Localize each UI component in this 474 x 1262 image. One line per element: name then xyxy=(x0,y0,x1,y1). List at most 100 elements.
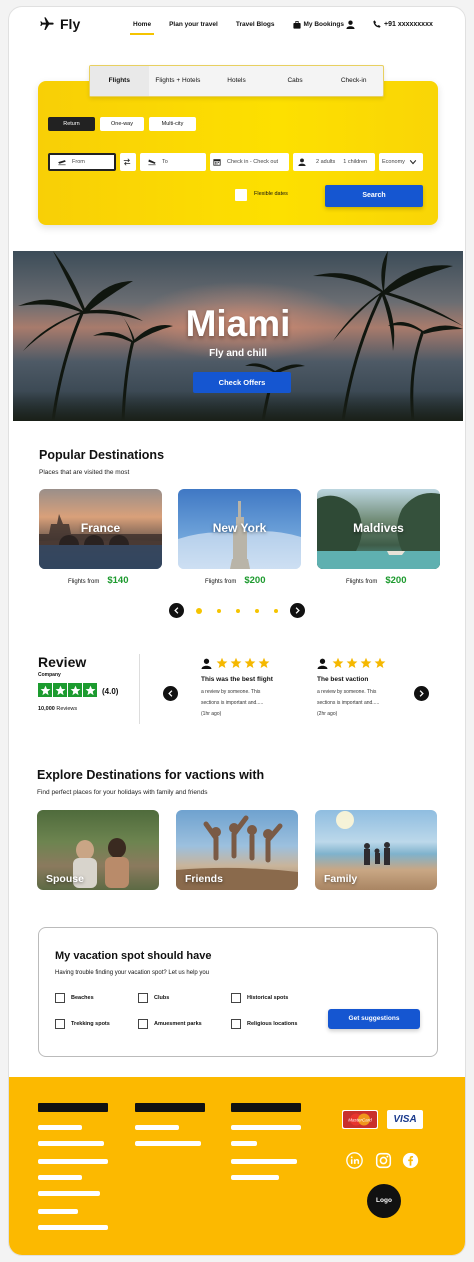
chevron-down-icon xyxy=(409,160,417,165)
review-prev-button[interactable] xyxy=(163,686,178,701)
review-card-1: This was the best flight a review by som… xyxy=(201,657,301,717)
option-label: Amuesment parks xyxy=(154,1021,202,1027)
brand-logo[interactable]: Fly xyxy=(39,16,80,32)
option-amusement-parks[interactable]: Amuesment parks xyxy=(138,1019,202,1029)
option-clubs[interactable]: Clubs xyxy=(138,993,169,1003)
footer-link[interactable] xyxy=(38,1175,82,1180)
footer-link[interactable] xyxy=(38,1191,100,1196)
footer-link[interactable] xyxy=(38,1225,108,1230)
trip-one-way[interactable]: One-way xyxy=(100,117,144,131)
checkbox[interactable] xyxy=(55,993,65,1003)
option-trekking-spots[interactable]: Trekking spots xyxy=(55,1019,110,1029)
review-time: (2hr ago) xyxy=(317,711,338,717)
option-label: Clubs xyxy=(154,995,170,1001)
from-field[interactable]: From xyxy=(48,153,116,171)
visa-icon: VISA xyxy=(387,1110,423,1129)
search-button[interactable]: Search xyxy=(325,185,423,207)
flexible-dates-label: Flexible dates xyxy=(254,191,288,197)
linkedin-icon[interactable] xyxy=(346,1152,363,1169)
checkbox[interactable] xyxy=(231,993,241,1003)
checkbox[interactable] xyxy=(55,1019,65,1029)
carousel-dot-3[interactable] xyxy=(236,609,240,613)
to-field[interactable]: To xyxy=(140,153,206,171)
explore-card-friends[interactable]: Friends xyxy=(176,810,298,890)
review-stars xyxy=(216,657,270,669)
nav-my-bookings[interactable]: My Bookings xyxy=(292,7,344,43)
carousel-prev-button[interactable] xyxy=(169,603,184,618)
checkbox[interactable] xyxy=(231,1019,241,1029)
destination-card-france[interactable]: France xyxy=(39,489,162,569)
option-historical-spots[interactable]: Historical spots xyxy=(231,993,288,1003)
dates-field[interactable]: Check in - Check out xyxy=(210,153,289,171)
browser-frame: Fly Home Plan your travel Travel Blogs M… xyxy=(8,6,466,1256)
swap-button[interactable] xyxy=(120,153,136,171)
price-new-york: Flights from $200 xyxy=(205,575,265,586)
nav-my-bookings-label: My Bookings xyxy=(303,21,344,28)
phone-contact[interactable]: +91 xxxxxxxxx xyxy=(373,20,433,28)
footer-link[interactable] xyxy=(231,1141,257,1146)
star-icon xyxy=(230,657,242,669)
footer-link[interactable] xyxy=(231,1159,297,1164)
instagram-icon[interactable] xyxy=(375,1152,392,1169)
footer-link[interactable] xyxy=(231,1125,301,1130)
review-next-button[interactable] xyxy=(414,686,429,701)
trip-multi-city[interactable]: Multi-city xyxy=(149,117,196,131)
check-offers-button[interactable]: Check Offers xyxy=(193,372,291,393)
flexible-dates-checkbox[interactable] xyxy=(235,189,247,201)
price-maldives: Flights from $200 xyxy=(346,575,406,586)
option-beaches[interactable]: Beaches xyxy=(55,993,94,1003)
children-count: 1 children xyxy=(343,159,368,165)
landing-icon xyxy=(148,159,156,166)
cabin-select[interactable]: Economy xyxy=(379,153,423,171)
travellers-field[interactable]: 2 adults 1 children xyxy=(293,153,375,171)
carousel-dot-2[interactable] xyxy=(217,609,221,613)
overall-rating-value: (4.0) xyxy=(102,687,119,696)
carousel-dot-5[interactable] xyxy=(274,609,278,613)
tab-check-in[interactable]: Check-in xyxy=(324,66,383,96)
review-heading: This was the best flight xyxy=(201,676,273,683)
review-card-2: The best vaction a review by someone. Th… xyxy=(317,657,417,717)
mastercard-label: MasterCard xyxy=(348,1118,372,1123)
dates-placeholder: Check in - Check out xyxy=(227,159,279,165)
footer-link[interactable] xyxy=(38,1159,108,1164)
tab-flights-hotels[interactable]: Flights + Hotels xyxy=(149,66,208,96)
carousel-dot-4[interactable] xyxy=(255,609,259,613)
destination-card-maldives[interactable]: Maldives xyxy=(317,489,440,569)
footer-link[interactable] xyxy=(135,1141,201,1146)
price-prefix: Flights from xyxy=(346,579,378,585)
get-suggestions-button[interactable]: Get suggestions xyxy=(328,1009,420,1029)
footer-link[interactable] xyxy=(38,1209,78,1214)
review-count-suffix: Reviews xyxy=(56,706,78,712)
footer-link[interactable] xyxy=(38,1141,104,1146)
user-icon[interactable] xyxy=(346,20,355,29)
footer-link[interactable] xyxy=(135,1125,179,1130)
carousel-next-button[interactable] xyxy=(290,603,305,618)
footer-link[interactable] xyxy=(231,1175,279,1180)
nav-plan-travel[interactable]: Plan your travel xyxy=(169,7,218,43)
facebook-icon[interactable] xyxy=(402,1152,419,1169)
checkbox[interactable] xyxy=(138,993,148,1003)
tab-hotels[interactable]: Hotels xyxy=(207,66,266,96)
nav-travel-blogs[interactable]: Travel Blogs xyxy=(236,7,275,43)
footer-link[interactable] xyxy=(38,1125,82,1130)
chevron-left-icon xyxy=(174,607,179,614)
hero-banner: Miami Fly and chill Check Offers xyxy=(13,251,463,421)
tab-flights[interactable]: Flights xyxy=(90,66,149,96)
checkbox[interactable] xyxy=(138,1019,148,1029)
destination-card-new-york[interactable]: New York xyxy=(178,489,301,569)
explore-card-family[interactable]: Family xyxy=(315,810,437,890)
nav-links: Home Plan your travel Travel Blogs My Bo… xyxy=(129,7,362,43)
explore-card-spouse[interactable]: Spouse xyxy=(37,810,159,890)
chevron-left-icon xyxy=(168,690,173,697)
trip-return[interactable]: Return xyxy=(48,117,95,131)
green-star-icon xyxy=(53,683,67,697)
footer: MasterCard VISA Logo xyxy=(9,1077,465,1255)
tab-cabs[interactable]: Cabs xyxy=(266,66,325,96)
nav-home[interactable]: Home xyxy=(129,7,155,43)
destination-name: France xyxy=(80,521,121,535)
carousel-dot-1[interactable] xyxy=(196,608,202,614)
option-religious-locations[interactable]: Religious locations xyxy=(231,1019,297,1029)
explore-title: Explore Destinations for vactions with xyxy=(37,768,265,782)
popular-title: Popular Destinations xyxy=(39,448,165,462)
footer-logo[interactable]: Logo xyxy=(367,1184,401,1218)
